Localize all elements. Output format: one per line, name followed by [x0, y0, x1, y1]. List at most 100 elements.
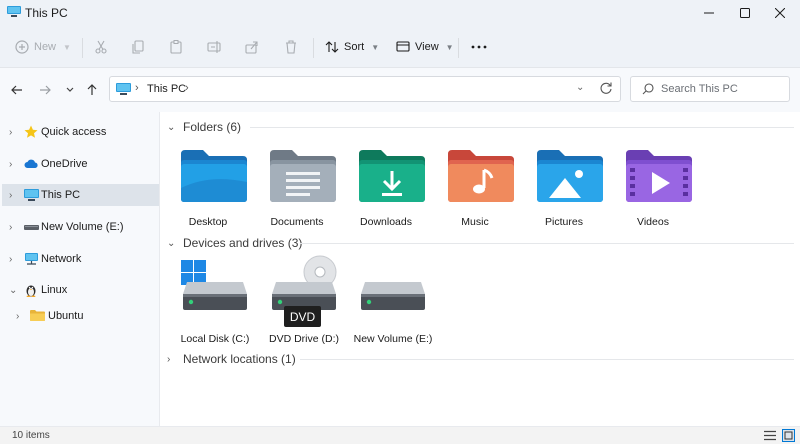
command-bar: New ▼ Sort ▼ View ▼: [0, 26, 800, 68]
share-icon: [245, 41, 258, 54]
arrow-right-icon: [40, 85, 51, 95]
sidebar-item-network[interactable]: › Network: [2, 248, 159, 270]
tiles-view-icon[interactable]: [782, 429, 795, 442]
close-icon: [775, 8, 785, 18]
drive-label: DVD Drive (D:): [269, 333, 339, 345]
item-count: 10 items: [12, 430, 50, 441]
folder-label: Pictures: [545, 216, 583, 228]
sidebar-item-onedrive[interactable]: › OneDrive: [2, 153, 159, 175]
toolbar-divider: [82, 38, 83, 58]
pictures-folder-icon: [537, 150, 603, 202]
drive-label: Local Disk (C:): [180, 333, 250, 345]
delete-icon: [286, 40, 296, 54]
rename-icon: [207, 41, 221, 53]
chevron-down-icon: [66, 87, 74, 92]
sidebar-item-label: Linux: [41, 284, 68, 296]
sidebar-item-label: OneDrive: [41, 158, 88, 170]
sidebar-item-label: This PC: [41, 189, 81, 201]
sidebar-item-ubuntu[interactable]: › Ubuntu: [2, 305, 159, 327]
sidebar-item-label: Network: [41, 253, 82, 265]
toolbar-divider: [458, 38, 459, 58]
sidebar-item-label: Ubuntu: [48, 310, 84, 322]
view-label: View: [415, 41, 439, 53]
breadcrumb-this-pc[interactable]: This PC: [147, 83, 186, 95]
search-box[interactable]: [630, 76, 790, 102]
star-icon: [24, 125, 38, 138]
cloud-icon: [24, 159, 38, 168]
recent-locations-button[interactable]: [61, 81, 79, 99]
chevron-right-icon[interactable]: ›: [9, 254, 12, 265]
chevron-down-icon: ▼: [63, 42, 71, 52]
sidebar-item-new-volume[interactable]: › New Volume (E:): [2, 216, 159, 238]
chevron-down-icon[interactable]: ⌄: [9, 285, 17, 296]
chevron-down-icon[interactable]: ⌄: [576, 82, 584, 93]
sort-icon: [325, 41, 339, 53]
folder-tile-music[interactable]: Music: [433, 112, 517, 232]
navigation-pane: › Quick access › OneDrive › This PC › Ne…: [0, 112, 160, 426]
drive-label: New Volume (E:): [353, 333, 433, 345]
new-button[interactable]: New ▼: [15, 36, 71, 58]
close-button[interactable]: [757, 0, 800, 26]
chevron-right-icon[interactable]: ›: [16, 311, 19, 322]
forward-button[interactable]: [36, 81, 54, 99]
sort-label: Sort: [344, 41, 365, 53]
rename-button[interactable]: [207, 36, 221, 58]
videos-folder-icon: [626, 150, 692, 202]
view-icon: [396, 41, 410, 52]
chevron-right-icon[interactable]: ›: [9, 159, 12, 170]
minimize-icon: [704, 12, 714, 14]
drive-tile-local-disk[interactable]: Local Disk (C:): [165, 112, 265, 352]
drive-icon: [24, 225, 39, 230]
details-view-icon[interactable]: [764, 430, 776, 441]
chevron-right-icon: ›: [135, 82, 139, 94]
sidebar-item-linux[interactable]: ⌄ Linux: [2, 279, 159, 301]
status-bar: 10 items: [0, 426, 800, 444]
sidebar-item-this-pc[interactable]: › This PC: [2, 184, 159, 206]
chevron-right-icon: ›: [167, 353, 171, 365]
music-folder-icon: [448, 150, 514, 202]
folder-tile-pictures[interactable]: Pictures: [522, 112, 606, 232]
title-bar: This PC: [0, 0, 800, 26]
chevron-right-icon[interactable]: ›: [9, 127, 12, 138]
paste-icon: [170, 40, 182, 54]
system-drive-icon: [181, 260, 247, 310]
network-icon: [25, 253, 38, 265]
delete-button[interactable]: [284, 36, 298, 58]
sort-button[interactable]: Sort ▼: [325, 36, 379, 58]
pc-icon: [116, 83, 131, 95]
arrow-left-icon: [11, 85, 22, 95]
more-button[interactable]: [471, 36, 487, 58]
cut-button[interactable]: [94, 36, 108, 58]
drive-icon: [361, 282, 425, 310]
maximize-icon: [740, 8, 750, 18]
dvd-tooltip: DVD: [284, 306, 321, 327]
view-button[interactable]: View ▼: [396, 36, 454, 58]
chevron-right-icon[interactable]: ›: [185, 82, 189, 94]
penguin-icon: [26, 285, 36, 297]
pc-icon: [24, 189, 39, 201]
chevron-down-icon: ▼: [371, 42, 380, 52]
sidebar-item-quick-access[interactable]: › Quick access: [2, 121, 159, 143]
back-button[interactable]: [8, 81, 26, 99]
group-header-network-locations[interactable]: › Network locations (1): [167, 352, 296, 366]
copy-button[interactable]: [131, 36, 145, 58]
refresh-icon[interactable]: [599, 81, 613, 95]
drive-tile-new-volume[interactable]: New Volume (E:): [343, 112, 443, 352]
cut-icon: [95, 40, 107, 54]
up-button[interactable]: [83, 81, 101, 99]
chevron-right-icon[interactable]: ›: [9, 190, 12, 201]
search-input[interactable]: [661, 81, 785, 97]
folder-tile-videos[interactable]: Videos: [611, 112, 695, 232]
search-icon: [642, 83, 654, 95]
address-bar[interactable]: › This PC › ⌄: [109, 76, 621, 102]
folder-label: Music: [461, 216, 489, 228]
content-pane: ⌄ Folders (6) Desktop Documents Download…: [160, 112, 800, 426]
share-button[interactable]: [245, 36, 259, 58]
sidebar-item-label: New Volume (E:): [41, 221, 124, 233]
dvd-drive-icon: [272, 255, 337, 310]
toolbar-divider: [313, 38, 314, 58]
sidebar-item-label: Quick access: [41, 126, 107, 138]
chevron-right-icon[interactable]: ›: [9, 222, 12, 233]
paste-button[interactable]: [169, 36, 183, 58]
folder-icon: [30, 310, 45, 321]
